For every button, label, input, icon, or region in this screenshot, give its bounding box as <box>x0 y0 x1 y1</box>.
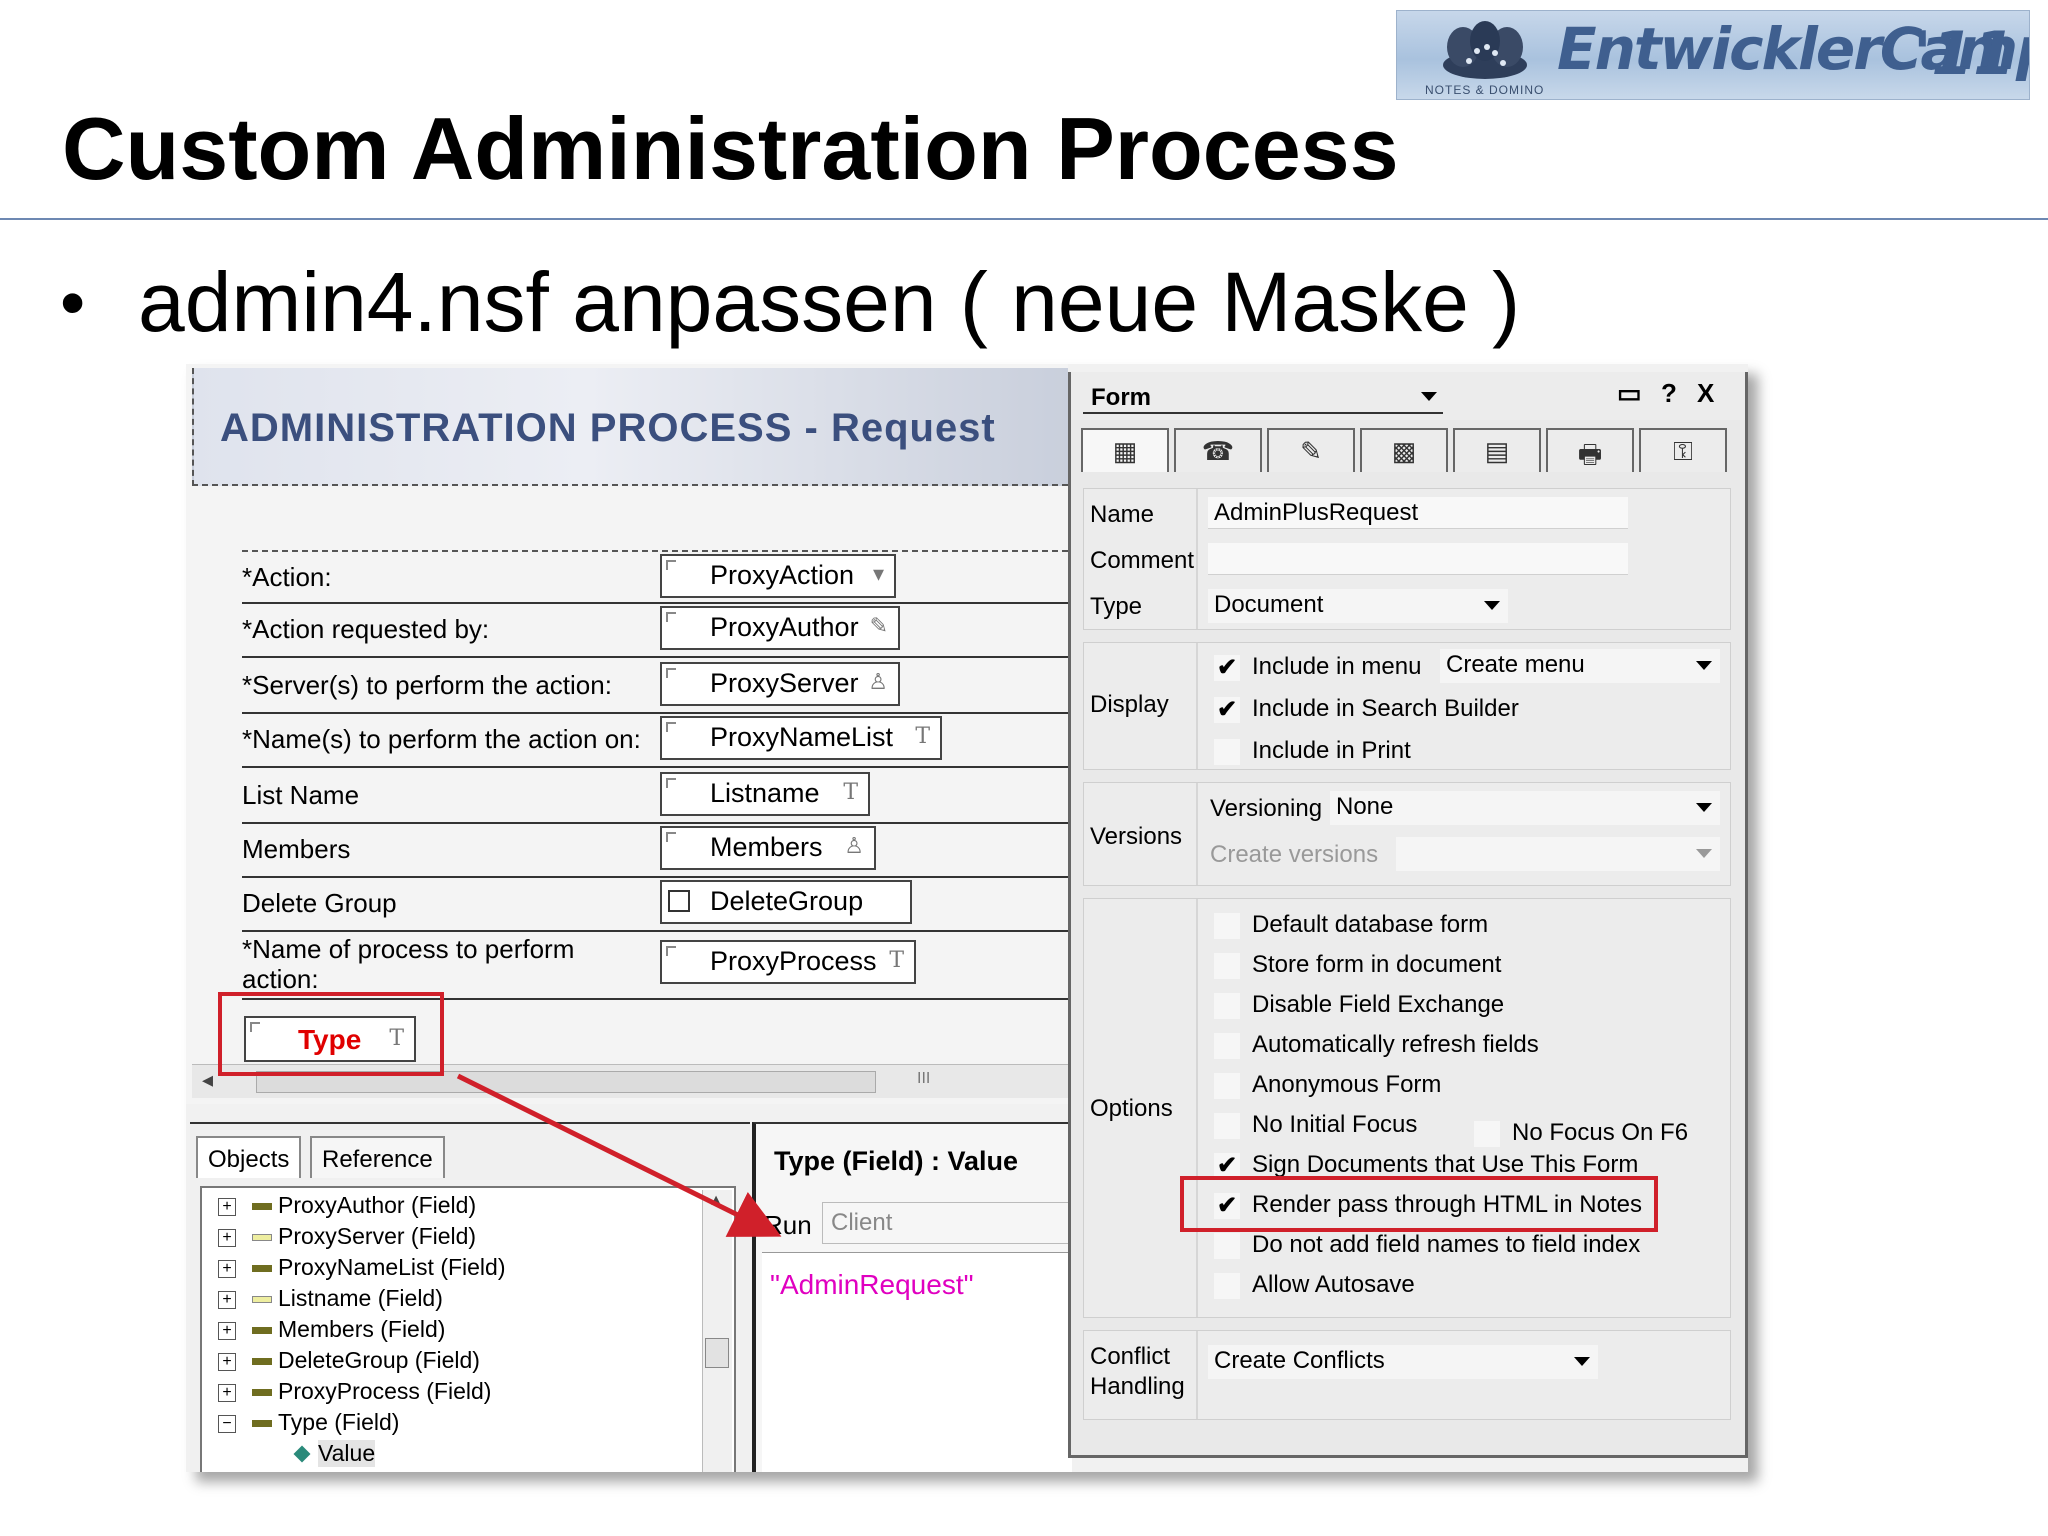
title-divider <box>0 218 2048 220</box>
designer-screenshot: ADMINISTRATION PROCESS - Request *Action… <box>186 364 1748 1472</box>
lotus-icon <box>1443 21 1527 79</box>
slide-title: Custom Administration Process <box>62 99 1399 198</box>
bullet-marker: • <box>60 263 86 343</box>
logo-subtitle: NOTES & DOMINO <box>1425 83 1545 97</box>
slide-bullet: admin4.nsf anpassen ( neue Maske ) <box>138 255 1521 349</box>
logo-year: '11 <box>1913 19 2015 89</box>
entwicklercamp-logo: EntwicklerCamp '11 NOTES & DOMINO <box>1396 10 2030 100</box>
callout-arrow <box>456 1073 782 1237</box>
